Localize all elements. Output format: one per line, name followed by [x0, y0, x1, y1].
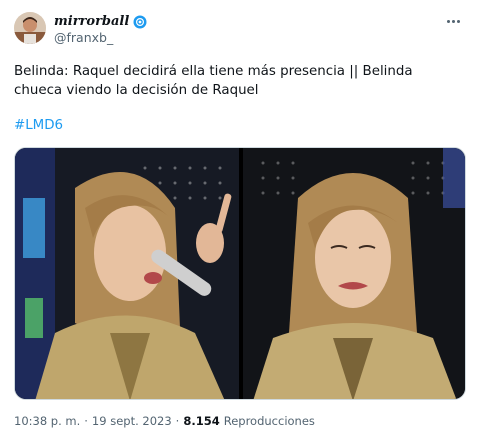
- hashtag-link[interactable]: #LMD6: [14, 118, 63, 133]
- author-name-row[interactable]: mirrorball: [54, 12, 147, 30]
- views-label: Reproducciones: [223, 414, 315, 428]
- meta-separator-2: ·: [175, 414, 180, 428]
- media-photo-left[interactable]: [15, 148, 239, 399]
- meta-separator: ·: [84, 414, 88, 428]
- tweet-meta: 10:38 p. m. · 19 sept. 2023 · 8.154 Repr…: [14, 414, 315, 428]
- more-options-icon[interactable]: [443, 14, 463, 28]
- tweet-time[interactable]: 10:38 p. m.: [14, 414, 80, 428]
- author-avatar[interactable]: [14, 12, 46, 44]
- author-handle[interactable]: @franxb_: [54, 30, 113, 45]
- tweet-card: mirrorball @franxb_ Belinda: Raquel deci…: [0, 0, 477, 439]
- verified-badge-icon: [133, 14, 147, 29]
- tweet-text: Belinda: Raquel decidirá ella tiene más …: [14, 64, 413, 98]
- views-count: 8.154: [183, 414, 220, 428]
- tweet-date[interactable]: 19 sept. 2023: [92, 414, 172, 428]
- tweet-media[interactable]: [14, 147, 466, 400]
- media-photo-right[interactable]: [243, 148, 465, 399]
- author-display-name[interactable]: mirrorball: [54, 14, 129, 29]
